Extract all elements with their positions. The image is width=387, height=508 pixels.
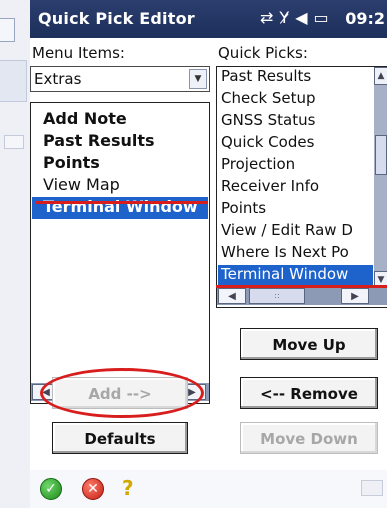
menu-items-dropdown[interactable]: Extras ▼ xyxy=(30,66,210,92)
vertical-scrollbar[interactable]: ▲ ▼ xyxy=(374,67,387,289)
list-item[interactable]: Add Note xyxy=(43,109,127,128)
app-content: Menu Items: Extras ▼ Add Note Past Resul… xyxy=(30,38,387,508)
menu-items-label: Menu Items: xyxy=(32,44,125,62)
scroll-up-icon[interactable]: ▲ xyxy=(374,67,387,85)
list-item-selected[interactable]: Terminal Window xyxy=(218,265,373,285)
horizontal-scrollbar[interactable]: ◀ :: ▶ xyxy=(217,287,387,305)
list-item[interactable]: Projection xyxy=(221,155,295,173)
list-item[interactable]: Past Results xyxy=(43,131,155,150)
sync-icon[interactable]: ⇄ xyxy=(260,8,273,27)
list-item[interactable]: Points xyxy=(221,199,266,217)
annotation-ellipse xyxy=(40,368,204,418)
list-item[interactable]: Points xyxy=(43,153,100,172)
list-item[interactable]: View / Edit Raw D xyxy=(221,221,353,239)
scroll-left-icon[interactable]: ◀ xyxy=(218,288,246,304)
list-item[interactable]: Quick Codes xyxy=(221,133,314,151)
battery-icon[interactable]: ▭ xyxy=(314,8,329,27)
menu-items-list[interactable]: Add Note Past Results Points View Map Te… xyxy=(30,102,210,404)
help-icon[interactable]: ? xyxy=(122,476,134,500)
quick-picks-list[interactable]: Past Results Check Setup GNSS Status Qui… xyxy=(216,66,387,308)
dropdown-arrow-icon[interactable]: ▼ xyxy=(189,69,207,89)
remove-button[interactable]: <-- Remove xyxy=(240,377,378,409)
dropdown-value: Extras xyxy=(34,70,82,88)
list-item[interactable]: Where Is Next Po xyxy=(221,243,349,261)
list-item[interactable]: Receiver Info xyxy=(221,177,319,195)
annotation-underline xyxy=(36,201,208,204)
scroll-right-icon[interactable]: ▶ xyxy=(341,288,369,304)
list-item[interactable]: GNSS Status xyxy=(221,111,315,129)
move-down-button[interactable]: Move Down xyxy=(240,422,378,454)
annotation-underline xyxy=(216,285,387,288)
background-window-edge xyxy=(0,18,15,42)
title-bar: Quick Pick Editor ⇄ Y̷ ◀︎ ▭ 09:2 xyxy=(30,0,387,38)
list-item[interactable]: View Map xyxy=(43,175,120,194)
scroll-thumb[interactable]: :: xyxy=(249,288,305,304)
list-item[interactable]: Check Setup xyxy=(221,89,316,107)
status-icons: ⇄ Y̷ ◀︎ ▭ xyxy=(260,8,335,27)
background-panel xyxy=(0,60,27,149)
volume-icon[interactable]: ◀︎ xyxy=(295,8,307,27)
ok-icon[interactable]: ✓ xyxy=(40,478,62,500)
quick-picks-label: Quick Picks: xyxy=(218,44,308,62)
cancel-icon[interactable]: ✕ xyxy=(82,478,104,500)
no-signal-icon[interactable]: Y̷ xyxy=(279,8,289,27)
move-up-button[interactable]: Move Up xyxy=(240,328,378,360)
scroll-thumb[interactable] xyxy=(375,135,387,175)
bottom-bar: ✓ ✕ ? xyxy=(30,470,387,508)
window-title: Quick Pick Editor xyxy=(38,9,195,28)
clock[interactable]: 09:2 xyxy=(345,9,385,28)
keyboard-icon xyxy=(4,135,24,149)
defaults-button[interactable]: Defaults xyxy=(52,422,188,454)
list-item[interactable]: Past Results xyxy=(221,67,311,85)
keyboard-icon[interactable] xyxy=(361,480,383,496)
background-strip xyxy=(0,0,30,508)
